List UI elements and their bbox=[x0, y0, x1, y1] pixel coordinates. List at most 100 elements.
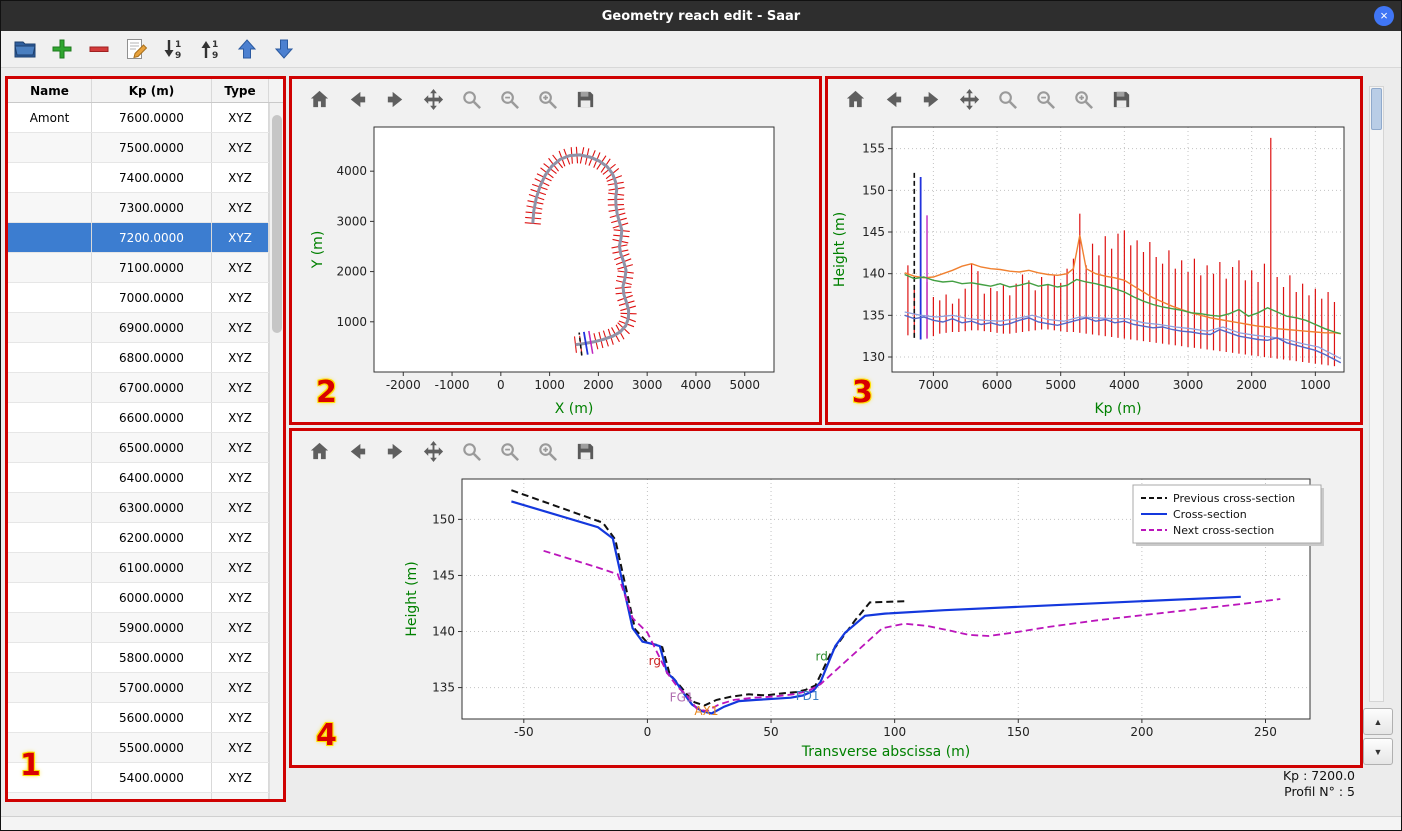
table-row[interactable]: 6500.0000 XYZ bbox=[8, 433, 269, 463]
zoom-out-icon bbox=[1037, 90, 1056, 109]
plan-plot-canvas[interactable]: -2000 -1000 0 1000 2000 3000 4000 5000 1000 2000 3… bbox=[292, 119, 819, 422]
status-kp: Kp : 7200.0 bbox=[1282, 768, 1355, 783]
table-row[interactable]: 7100.0000 XYZ bbox=[8, 253, 269, 283]
table-row[interactable]: 7000.0000 XYZ bbox=[8, 283, 269, 313]
zoom-rect-button[interactable] bbox=[536, 87, 560, 111]
forward-button[interactable] bbox=[384, 439, 408, 463]
svg-text:140: 140 bbox=[432, 625, 455, 639]
save-icon bbox=[577, 443, 594, 459]
move-down-button[interactable] bbox=[270, 34, 300, 64]
table-row[interactable]: 6100.0000 XYZ bbox=[8, 553, 269, 583]
svg-text:1000: 1000 bbox=[1300, 378, 1331, 392]
pan-button[interactable] bbox=[422, 87, 446, 111]
svg-text:Next cross-section: Next cross-section bbox=[1173, 524, 1274, 537]
table-row[interactable]: 7500.0000 XYZ bbox=[8, 133, 269, 163]
cell-kp: 6000.0000 bbox=[92, 583, 212, 612]
zoom-icon bbox=[463, 90, 482, 109]
table-row[interactable]: 6800.0000 XYZ bbox=[8, 343, 269, 373]
table-row[interactable]: 6600.0000 XYZ bbox=[8, 403, 269, 433]
table-row[interactable]: 7300.0000 XYZ bbox=[8, 193, 269, 223]
table-row[interactable]: Amont 7600.0000 XYZ bbox=[8, 103, 269, 133]
back-button[interactable] bbox=[346, 439, 370, 463]
add-button[interactable] bbox=[48, 34, 78, 64]
edit-button[interactable] bbox=[122, 34, 152, 64]
zoom-button[interactable] bbox=[460, 439, 484, 463]
back-button[interactable] bbox=[346, 87, 370, 111]
cell-name bbox=[8, 583, 92, 612]
table-row[interactable]: 6900.0000 XYZ bbox=[8, 313, 269, 343]
cell-type: XYZ bbox=[212, 643, 269, 672]
zoom-rect-icon bbox=[1075, 90, 1094, 109]
home-button[interactable] bbox=[844, 87, 868, 111]
table-row[interactable]: 5300.0000XYZ bbox=[8, 793, 269, 799]
cell-type: XYZ bbox=[212, 793, 269, 799]
svg-text:3000: 3000 bbox=[1173, 378, 1204, 392]
save-button[interactable] bbox=[574, 87, 598, 111]
table-row[interactable]: 6300.0000 XYZ bbox=[8, 493, 269, 523]
save-icon bbox=[1113, 91, 1130, 107]
home-button[interactable] bbox=[308, 87, 332, 111]
cell-name bbox=[8, 523, 92, 552]
profile-down-button[interactable]: ▼ bbox=[1363, 738, 1393, 765]
profile-up-button[interactable]: ▲ bbox=[1363, 708, 1393, 735]
cell-name bbox=[8, 553, 92, 582]
cell-type: XYZ bbox=[212, 253, 269, 282]
zoom-button[interactable] bbox=[996, 87, 1020, 111]
cell-type: XYZ bbox=[212, 733, 269, 762]
zoom-icon bbox=[999, 90, 1018, 109]
sort-descending-button[interactable]: 19 bbox=[159, 34, 189, 64]
save-button[interactable] bbox=[1110, 87, 1134, 111]
forward-icon bbox=[923, 91, 939, 107]
close-button[interactable]: × bbox=[1374, 6, 1394, 26]
home-button[interactable] bbox=[308, 439, 332, 463]
forward-button[interactable] bbox=[384, 87, 408, 111]
table-row[interactable]: 5400.0000 XYZ bbox=[8, 763, 269, 793]
table-row[interactable]: 5700.0000 XYZ bbox=[8, 673, 269, 703]
plan-plot-toolbar bbox=[292, 79, 819, 119]
cell-name bbox=[8, 193, 92, 222]
table-row[interactable]: 6000.0000 XYZ bbox=[8, 583, 269, 613]
cross-section-plot-canvas[interactable]: rg rd FG1AX1 FD1 -50 0 50 100 150 200 250 135 140 145… bbox=[292, 471, 1360, 765]
vertical-scrollbar[interactable] bbox=[1369, 86, 1384, 702]
table-scrollbar[interactable] bbox=[269, 103, 283, 799]
remove-button[interactable] bbox=[85, 34, 115, 64]
cell-type: XYZ bbox=[212, 103, 269, 132]
zoom-rect-button[interactable] bbox=[1072, 87, 1096, 111]
zoom-out-button[interactable] bbox=[498, 87, 522, 111]
table-row[interactable]: 5800.0000 XYZ bbox=[8, 643, 269, 673]
table-row[interactable]: 6200.0000 XYZ bbox=[8, 523, 269, 553]
longitudinal-plot-canvas[interactable]: 7000 6000 5000 4000 3000 2000 1000 130 135 140 145… bbox=[828, 119, 1360, 422]
zoom-icon bbox=[463, 442, 482, 461]
zoom-rect-icon bbox=[539, 442, 558, 461]
vertical-scrollbar-thumb[interactable] bbox=[1371, 88, 1382, 130]
svg-text:2000: 2000 bbox=[583, 378, 614, 392]
table-row[interactable]: 6700.0000 XYZ bbox=[8, 373, 269, 403]
svg-text:0: 0 bbox=[644, 725, 652, 739]
svg-text:150: 150 bbox=[1007, 725, 1030, 739]
forward-button[interactable] bbox=[920, 87, 944, 111]
table-row[interactable]: 5500.0000 XYZ bbox=[8, 733, 269, 763]
move-up-button[interactable] bbox=[233, 34, 263, 64]
back-button[interactable] bbox=[882, 87, 906, 111]
table-row[interactable]: 7200.0000 XYZ bbox=[8, 223, 269, 253]
pan-button[interactable] bbox=[422, 439, 446, 463]
zoom-rect-button[interactable] bbox=[536, 439, 560, 463]
open-button[interactable] bbox=[11, 34, 41, 64]
svg-text:130: 130 bbox=[862, 350, 885, 364]
pan-button[interactable] bbox=[958, 87, 982, 111]
table-scrollbar-thumb[interactable] bbox=[272, 115, 282, 333]
cell-type: XYZ bbox=[212, 373, 269, 402]
save-button[interactable] bbox=[574, 439, 598, 463]
table-row[interactable]: 7400.0000 XYZ bbox=[8, 163, 269, 193]
cell-type: XYZ bbox=[212, 163, 269, 192]
table-row[interactable]: 5900.0000 XYZ bbox=[8, 613, 269, 643]
sort-ascending-button[interactable]: 19 bbox=[196, 34, 226, 64]
zoom-out-button[interactable] bbox=[1034, 87, 1058, 111]
table-row[interactable]: 5600.0000 XYZ bbox=[8, 703, 269, 733]
cell-type: XYZ bbox=[212, 283, 269, 312]
home-icon bbox=[310, 90, 329, 107]
zoom-out-button[interactable] bbox=[498, 439, 522, 463]
zoom-button[interactable] bbox=[460, 87, 484, 111]
svg-text:4000: 4000 bbox=[681, 378, 712, 392]
table-row[interactable]: 6400.0000 XYZ bbox=[8, 463, 269, 493]
